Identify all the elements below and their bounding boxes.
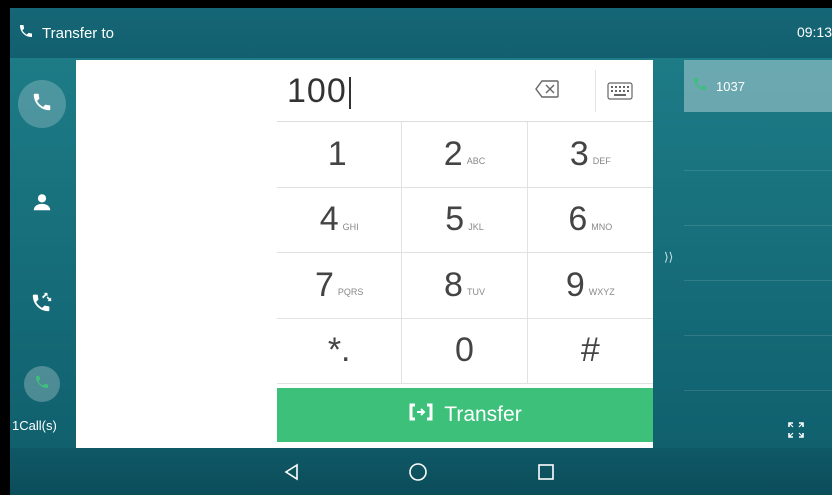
back-icon[interactable] <box>280 460 304 484</box>
key-8[interactable]: 8 TUV <box>402 253 528 319</box>
divider <box>684 225 832 226</box>
directory-tab-button[interactable] <box>18 180 66 228</box>
results-area <box>76 60 277 448</box>
keyboard-icon[interactable] <box>607 82 633 105</box>
home-icon[interactable] <box>406 460 430 484</box>
key-letters: MNO <box>591 221 613 232</box>
page-title: Transfer to <box>42 24 114 42</box>
key-3[interactable]: 3 DEF <box>527 122 653 188</box>
recent-apps-icon[interactable] <box>534 460 558 484</box>
key-letters: ABC <box>466 156 486 167</box>
clock: 09:13 <box>796 24 832 40</box>
text-caret <box>348 77 351 110</box>
divider <box>684 390 832 391</box>
calls-count-label: 1Call(s) <box>12 418 57 433</box>
key-1[interactable]: 1 <box>277 122 403 188</box>
transfer-button[interactable]: Transfer <box>277 388 653 442</box>
phone-screen: Transfer to 09:13 1Call(s) 100 1 2 ABC 3… <box>10 8 832 495</box>
contact-icon <box>31 191 53 218</box>
key-letters: WXYZ <box>588 287 615 298</box>
key-4[interactable]: 4 GHI <box>277 187 403 253</box>
transfer-icon <box>408 402 434 428</box>
key-6[interactable]: 6 MNO <box>527 188 653 253</box>
call-forward-icon <box>31 291 53 318</box>
dial-tab-button[interactable] <box>18 80 66 128</box>
phone-icon <box>18 23 34 44</box>
call-list-item[interactable]: 1037 <box>684 60 832 112</box>
dial-keys: 1 2 ABC 3 DEF 4 GHI 5 JKL 6 MNO 7 PQRS 8 TUV 9W… <box>277 122 653 384</box>
expand-arrow-icon[interactable]: ⟩⟩ <box>664 250 673 264</box>
key-hash[interactable]: # <box>527 319 653 384</box>
phone-icon <box>31 91 53 118</box>
key-letters: PQRS <box>337 287 364 298</box>
number-input-value: 100 <box>287 72 347 110</box>
key-digit: *. <box>327 331 351 370</box>
key-7[interactable]: 7 PQRS <box>277 253 403 319</box>
divider <box>684 280 832 281</box>
key-5[interactable]: 5 JKL <box>402 187 528 253</box>
key-letters: DEF <box>592 156 611 167</box>
call-forward-tab-button[interactable] <box>18 280 66 328</box>
call-list: 1037 <box>684 60 832 450</box>
fullscreen-icon[interactable] <box>788 422 804 443</box>
call-number: 1037 <box>716 78 745 94</box>
divider <box>684 170 832 171</box>
key-digit: 6 <box>568 200 588 239</box>
key-letters: JKL <box>468 221 484 232</box>
key-letters: TUV <box>466 287 485 298</box>
key-0[interactable]: 0 <box>402 318 528 384</box>
key-digit: 1 <box>327 134 347 173</box>
key-digit: 3 <box>569 134 589 173</box>
key-digit: 0 <box>455 331 474 370</box>
key-2[interactable]: 2 ABC <box>402 122 528 188</box>
key-digit: 8 <box>444 265 463 304</box>
transfer-label: Transfer <box>444 403 522 426</box>
active-call-button[interactable] <box>24 366 60 402</box>
backspace-icon[interactable] <box>535 80 559 103</box>
key-digit: 7 <box>314 265 334 304</box>
key-9[interactable]: 9 WXYZ <box>527 253 653 319</box>
key-digit: 9 <box>565 265 585 304</box>
key-star[interactable]: *. <box>277 318 403 384</box>
status-title-group: Transfer to <box>18 23 114 44</box>
number-input-row: 100 <box>277 60 653 122</box>
phone-icon <box>692 76 708 97</box>
key-digit: # <box>580 331 600 370</box>
divider <box>684 335 832 336</box>
key-digit: 5 <box>445 200 465 239</box>
divider <box>595 70 596 112</box>
navigation-bar <box>10 448 832 495</box>
status-bar: Transfer to 09:13 <box>10 8 832 58</box>
left-rail: 1Call(s) <box>10 58 76 448</box>
key-digit: 2 <box>443 134 463 173</box>
key-letters: GHI <box>342 221 359 232</box>
key-digit: 4 <box>319 200 339 239</box>
dialpad-panel: 100 1 2 ABC 3 DEF 4 GHI 5 JKL 6 MNO 7 PQRS 8 TU… <box>277 60 653 448</box>
phone-icon <box>34 374 50 395</box>
number-input[interactable]: 100 <box>287 72 351 111</box>
